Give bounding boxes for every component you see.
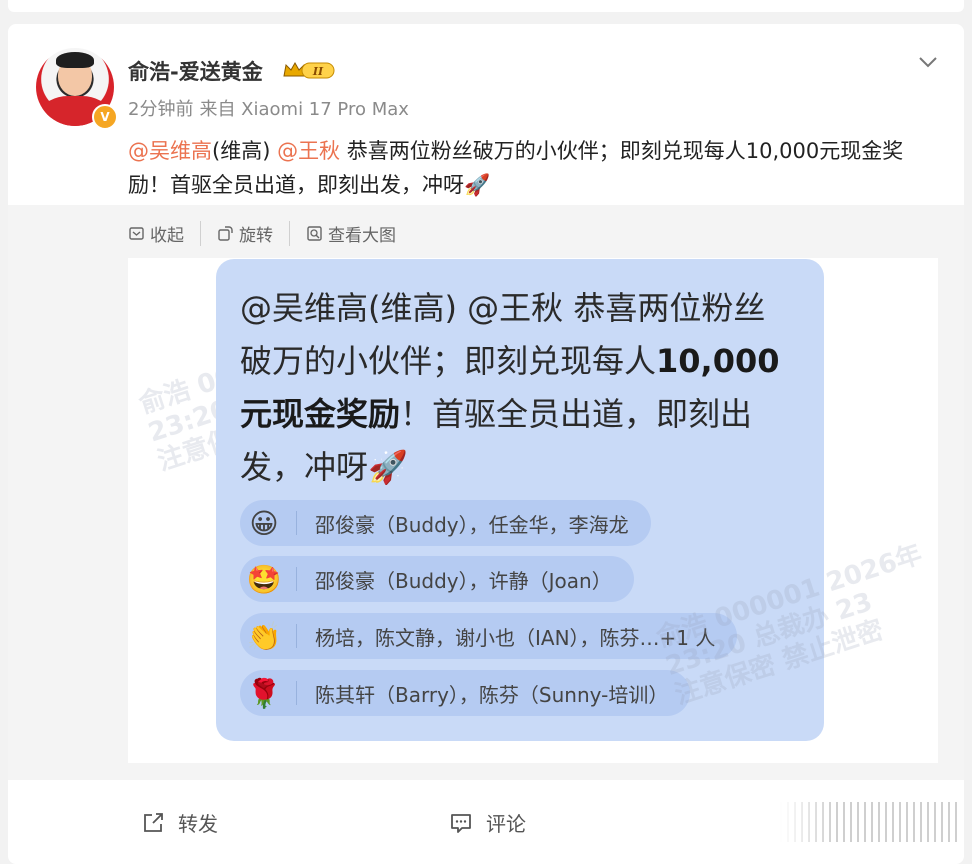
party-emoji-icon: 🤩	[246, 562, 282, 596]
fade-edge	[780, 802, 958, 842]
bubble-text: @吴维高(维高) @王秋 恭喜两位粉丝 破万的小伙伴；即刻兑现每人10,000 …	[240, 289, 780, 486]
rotate-button[interactable]: 旋转	[200, 220, 289, 246]
clap-emoji-icon: 👏	[246, 619, 282, 653]
collapse-icon	[129, 226, 144, 240]
flower-emoji-icon: 🌹	[246, 676, 282, 710]
comment-button[interactable]: 评论	[448, 808, 526, 837]
reaction-row[interactable]: 🌹 陈其轩（Barry），陈芬（Sunny-培训）	[240, 670, 691, 716]
post-text: @吴维高(维高) @王秋 恭喜两位粉丝破万的小伙伴；即刻兑现每人10,000元现…	[128, 134, 938, 202]
mention-link[interactable]: @吴维高	[128, 139, 212, 163]
reaction-row[interactable]: 🤩 邵俊豪（Buddy），许静（Joan）	[240, 556, 634, 602]
reaction-row[interactable]: 😀 邵俊豪（Buddy），任金华，李海龙	[240, 500, 651, 546]
post-source: 来自 Xiaomi 17 Pro Max	[199, 99, 409, 120]
post-meta: 2分钟前 来自 Xiaomi 17 Pro Max	[128, 95, 415, 121]
mention-suffix: (维高)	[212, 139, 278, 163]
view-large-icon	[307, 225, 322, 241]
collapse-button[interactable]: 收起	[128, 221, 200, 246]
svg-text:II: II	[312, 65, 324, 78]
view-large-button[interactable]: 查看大图	[289, 220, 412, 246]
previous-card-edge	[8, 0, 964, 12]
get-emoji-icon: 😀	[249, 506, 279, 540]
reaction-names: 邵俊豪（Buddy），任金华，李海龙	[315, 512, 629, 537]
reaction-names: 陈其轩（Barry），陈芬（Sunny-培训）	[315, 682, 669, 707]
reaction-names: 邵俊豪（Buddy），许静（Joan）	[315, 568, 612, 593]
post-time: 2分钟前	[128, 99, 194, 120]
username[interactable]: 俞浩-爱送黄金	[128, 56, 263, 86]
crown-level-icon[interactable]: II	[282, 60, 336, 80]
repost-button[interactable]: 转发	[140, 808, 218, 837]
chevron-down-icon[interactable]	[916, 52, 940, 72]
verified-icon: V	[92, 104, 118, 130]
image-toolbar: 收起 旋转 查看大图	[128, 220, 412, 246]
comment-icon	[451, 813, 471, 833]
rotate-icon	[218, 225, 233, 241]
share-icon	[144, 812, 163, 832]
mention-link[interactable]: @王秋	[277, 139, 340, 163]
